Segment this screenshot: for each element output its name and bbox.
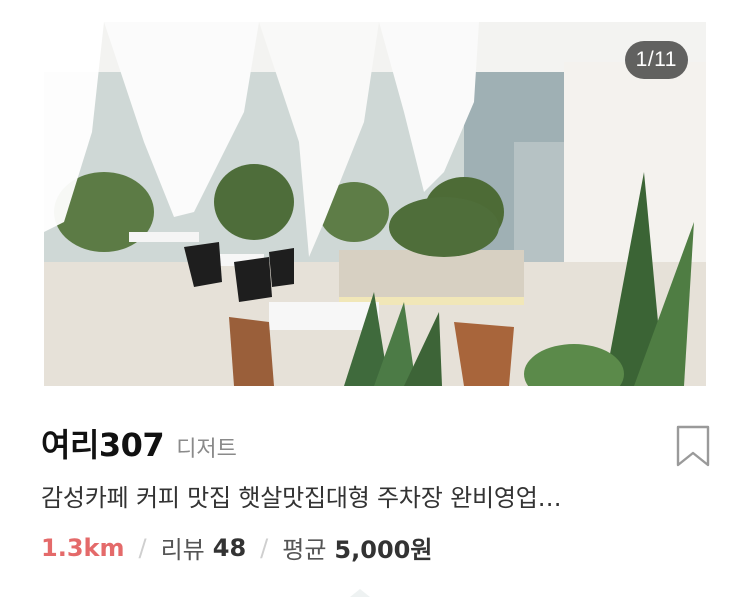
photo-carousel[interactable]: 1/11 xyxy=(44,22,706,386)
separator: / xyxy=(138,533,147,562)
place-description: 감성카페 커피 맛집 햇살맛집대형 주차장 완비영업… xyxy=(41,484,562,512)
price-label: 평균 xyxy=(282,536,327,564)
bottom-nub xyxy=(350,589,370,597)
photo-counter: 1/11 xyxy=(624,41,688,79)
separator: / xyxy=(260,533,269,562)
price-value: 5,000원 xyxy=(334,536,433,564)
restaurant-card[interactable]: 1/11 여리307 디저트 감성카페 커피 맛집 햇살맛집대형 주차장 완비영… xyxy=(0,0,737,597)
cafe-interior-photo xyxy=(44,22,706,386)
distance-value: 1.3km xyxy=(41,533,125,562)
review-label: 리뷰 xyxy=(160,536,205,564)
review-count: 48 xyxy=(212,533,247,562)
place-meta: 1.3km / 리뷰 48 / 평균 5,000원 xyxy=(41,530,432,565)
title-row: 여리307 디저트 xyxy=(41,420,237,468)
place-name[interactable]: 여리307 xyxy=(41,420,165,466)
bookmark-icon[interactable] xyxy=(676,425,710,467)
place-category: 디저트 xyxy=(176,437,237,462)
